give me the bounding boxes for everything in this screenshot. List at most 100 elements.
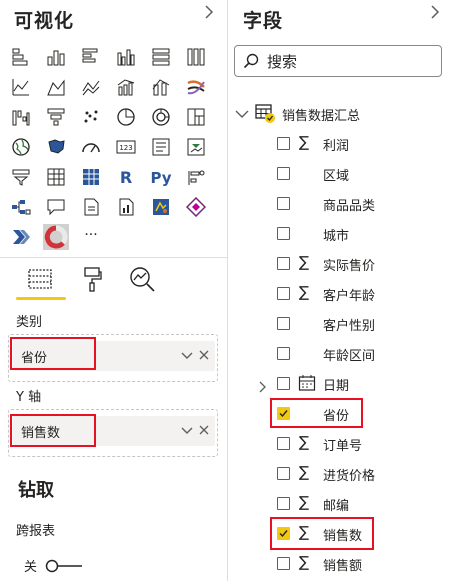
svg-text:R: R <box>120 168 132 187</box>
field-checkbox[interactable] <box>277 557 290 570</box>
field-checkbox[interactable] <box>277 137 290 150</box>
active-tab-indicator <box>16 297 66 300</box>
field-row[interactable]: ∑ 邮编 <box>232 489 442 519</box>
gauge-icon[interactable] <box>78 134 104 160</box>
kpi-icon[interactable] <box>183 134 209 160</box>
search-input[interactable]: 搜索 <box>267 51 297 72</box>
field-row[interactable]: 日期 <box>232 369 442 399</box>
field-checkbox[interactable] <box>277 317 290 330</box>
field-checkbox[interactable] <box>277 377 290 390</box>
chevron-right-icon[interactable] <box>204 4 214 25</box>
field-checkbox[interactable] <box>277 197 290 210</box>
more-icon[interactable]: ··· <box>78 224 104 250</box>
search-icon <box>243 53 259 69</box>
r-visual-icon[interactable]: R <box>113 164 139 190</box>
close-icon[interactable] <box>199 349 209 364</box>
highlight-box <box>270 517 374 550</box>
fields-tab-icon[interactable] <box>22 262 58 296</box>
field-checkbox[interactable] <box>277 347 290 360</box>
line-chart-icon[interactable] <box>8 74 34 100</box>
chevron-down-icon[interactable] <box>235 104 249 123</box>
filled-map-icon[interactable] <box>43 134 69 160</box>
field-row[interactable]: 年龄区间 <box>232 339 442 369</box>
custom-donut-visual-icon[interactable] <box>43 224 69 250</box>
field-name: 进货价格 <box>323 469 376 484</box>
funnel-icon[interactable] <box>43 104 69 130</box>
field-row[interactable]: ∑ 订单号 <box>232 429 442 459</box>
field-name: 实际售价 <box>323 259 376 274</box>
key-influencers-icon[interactable] <box>183 164 209 190</box>
treemap-icon[interactable] <box>183 104 209 130</box>
category-well-label: 类别 <box>16 315 43 330</box>
sigma-icon: ∑ <box>299 553 310 571</box>
cross-report-toggle[interactable] <box>44 558 84 577</box>
viz-pane-title: 可视化 <box>14 10 75 32</box>
field-checkbox[interactable] <box>277 167 290 180</box>
area-chart-icon[interactable] <box>43 74 69 100</box>
field-name: 城市 <box>323 229 350 244</box>
chevron-down-icon[interactable] <box>181 424 193 439</box>
smart-narrative-icon[interactable] <box>78 194 104 220</box>
field-row[interactable]: ∑ 客户年龄 <box>232 279 442 309</box>
waterfall-chart-icon[interactable] <box>8 104 34 130</box>
field-checkbox[interactable] <box>277 467 290 480</box>
table-icon[interactable] <box>43 164 69 190</box>
chevron-right-icon[interactable] <box>430 4 440 25</box>
decomposition-tree-icon[interactable] <box>8 194 34 220</box>
sigma-icon: ∑ <box>299 433 310 451</box>
highlight-box <box>270 398 363 428</box>
line-stacked-column-chart-icon[interactable] <box>148 74 174 100</box>
qa-icon[interactable] <box>43 194 69 220</box>
field-row[interactable]: ∑ 实际售价 <box>232 249 442 279</box>
100-stacked-bar-chart-icon[interactable] <box>148 44 174 70</box>
stacked-bar-chart-icon[interactable] <box>8 44 34 70</box>
table-icon <box>255 103 277 129</box>
python-visual-icon[interactable]: Py <box>148 164 174 190</box>
clustered-column-chart-icon[interactable] <box>113 44 139 70</box>
multi-row-card-icon[interactable] <box>148 134 174 160</box>
stacked-area-chart-icon[interactable] <box>78 74 104 100</box>
field-row[interactable]: 区域 <box>232 159 442 189</box>
arcgis-map-icon[interactable] <box>148 194 174 220</box>
power-automate-icon[interactable] <box>8 224 34 250</box>
field-checkbox[interactable] <box>277 497 290 510</box>
field-name: 日期 <box>323 379 350 394</box>
field-row[interactable]: ∑ 销售额 <box>232 549 442 579</box>
scatter-chart-icon[interactable] <box>78 104 104 130</box>
matrix-icon[interactable] <box>78 164 104 190</box>
ribbon-chart-icon[interactable] <box>183 74 209 100</box>
sigma-icon: ∑ <box>299 253 310 271</box>
field-name: 区域 <box>323 169 350 184</box>
chevron-right-icon[interactable] <box>259 378 267 397</box>
field-name: 商品品类 <box>323 199 376 214</box>
paginated-report-icon[interactable] <box>113 194 139 220</box>
donut-chart-icon[interactable] <box>148 104 174 130</box>
close-icon[interactable] <box>199 424 209 439</box>
pie-chart-icon[interactable] <box>113 104 139 130</box>
chevron-down-icon[interactable] <box>181 349 193 364</box>
table-name[interactable]: 销售数据汇总 <box>282 105 360 124</box>
field-row[interactable]: 客户性别 <box>232 309 442 339</box>
slicer-icon[interactable] <box>8 164 34 190</box>
line-clustered-column-chart-icon[interactable] <box>113 74 139 100</box>
divider <box>0 257 227 258</box>
field-row[interactable]: 城市 <box>232 219 442 249</box>
field-row[interactable]: ∑ 进货价格 <box>232 459 442 489</box>
stacked-column-chart-icon[interactable] <box>43 44 69 70</box>
power-apps-icon[interactable] <box>183 194 209 220</box>
sigma-icon: ∑ <box>299 283 310 301</box>
field-row[interactable]: 商品品类 <box>232 189 442 219</box>
card-icon[interactable]: 123 <box>113 134 139 160</box>
clustered-bar-chart-icon[interactable] <box>78 44 104 70</box>
field-checkbox[interactable] <box>277 287 290 300</box>
field-checkbox[interactable] <box>277 227 290 240</box>
format-tab-icon[interactable] <box>74 262 110 296</box>
field-checkbox[interactable] <box>277 437 290 450</box>
svg-text:Py: Py <box>150 169 171 187</box>
search-box[interactable]: 搜索 <box>234 45 442 77</box>
analytics-tab-icon[interactable] <box>124 262 160 296</box>
100-stacked-column-chart-icon[interactable] <box>183 44 209 70</box>
map-icon[interactable] <box>8 134 34 160</box>
field-checkbox[interactable] <box>277 257 290 270</box>
field-row[interactable]: ∑ 利润 <box>232 129 442 159</box>
